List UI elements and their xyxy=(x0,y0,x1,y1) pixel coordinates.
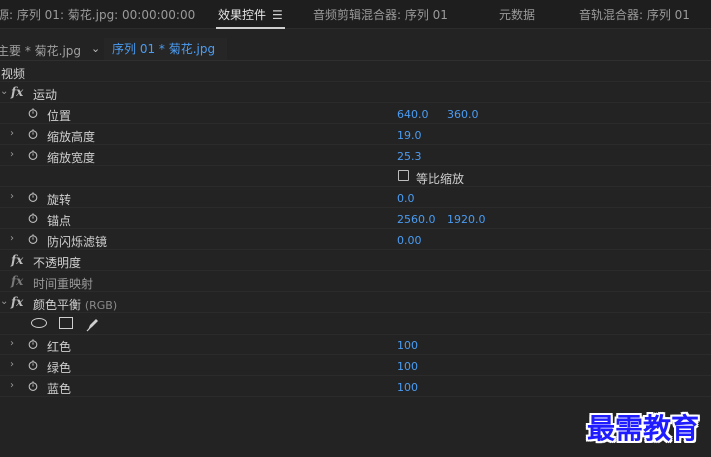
effect-label: 时间重映射 xyxy=(33,277,94,291)
position-y-value[interactable]: 360.0 xyxy=(447,108,479,121)
effect-opacity[interactable]: fx 不透明度 xyxy=(0,251,711,271)
red-value[interactable]: 100 xyxy=(397,339,418,352)
fx-icon[interactable]: fx xyxy=(11,295,23,309)
mask-tools-row xyxy=(0,314,711,335)
tab-effect-controls[interactable]: 效果控件 ☰ xyxy=(216,6,285,29)
rectangle-mask-icon[interactable] xyxy=(59,317,73,329)
stopwatch-icon[interactable] xyxy=(28,129,38,139)
stopwatch-icon[interactable] xyxy=(28,234,38,244)
property-label: 锚点 xyxy=(47,214,72,228)
chevron-down-icon[interactable]: ⌄ xyxy=(0,296,8,307)
property-anchor: 锚点 2560.0 1920.0 xyxy=(0,209,711,229)
property-position: 位置 640.0 360.0 xyxy=(0,104,711,124)
stopwatch-icon[interactable] xyxy=(28,339,38,349)
chevron-right-icon[interactable]: › xyxy=(10,128,14,139)
panel-menu-icon[interactable]: ☰ xyxy=(272,8,283,22)
rotation-value[interactable]: 0.0 xyxy=(397,192,415,205)
master-clip-label[interactable]: 主要 * 菊花.jpg xyxy=(0,42,81,59)
stopwatch-icon[interactable] xyxy=(28,360,38,370)
property-label: 红色 xyxy=(47,340,72,354)
tab-effect-controls-label: 效果控件 xyxy=(218,8,267,22)
clip-selector-bar: 主要 * 菊花.jpg ⌄ 序列 01 * 菊花.jpg xyxy=(0,38,711,61)
watermark-logo: 最需教育 xyxy=(587,412,700,445)
position-x-value[interactable]: 640.0 xyxy=(397,108,429,121)
stopwatch-icon[interactable] xyxy=(28,381,38,391)
section-video-header: 视频 xyxy=(0,62,711,82)
property-blue: › 蓝色 100 xyxy=(0,377,711,397)
tab-track-mixer[interactable]: 音轨混合器: 序列 01 xyxy=(579,6,690,23)
antiflicker-value[interactable]: 0.00 xyxy=(397,234,422,247)
effect-suffix: (RGB) xyxy=(84,299,118,312)
effect-motion[interactable]: ⌄ fx 运动 xyxy=(0,83,711,103)
property-label: 旋转 xyxy=(47,193,72,207)
property-label: 绿色 xyxy=(47,361,72,375)
property-uniform-scale: 等比缩放 xyxy=(0,167,711,187)
chevron-down-icon[interactable]: ⌄ xyxy=(0,86,8,97)
active-tab-underline xyxy=(216,27,285,29)
ellipse-mask-icon[interactable] xyxy=(31,318,47,328)
property-label: 位置 xyxy=(47,109,72,123)
effect-label: 运动 xyxy=(33,88,58,102)
effect-label: 不透明度 xyxy=(33,256,82,270)
property-antiflicker: › 防闪烁滤镜 0.00 xyxy=(0,230,711,250)
fx-icon[interactable]: fx xyxy=(11,253,23,267)
property-label: 缩放高度 xyxy=(47,130,96,144)
property-scale-height: › 缩放高度 19.0 xyxy=(0,125,711,145)
property-green: › 绿色 100 xyxy=(0,356,711,376)
property-rotation: › 旋转 0.0 xyxy=(0,188,711,208)
uniform-scale-checkbox[interactable] xyxy=(398,170,409,181)
tab-audio-clip-mixer[interactable]: 音频剪辑混合器: 序列 01 xyxy=(313,6,448,23)
fx-icon[interactable]: fx xyxy=(11,274,23,288)
scale-height-value[interactable]: 19.0 xyxy=(397,129,422,142)
anchor-y-value[interactable]: 1920.0 xyxy=(447,213,486,226)
green-value[interactable]: 100 xyxy=(397,360,418,373)
chevron-right-icon[interactable]: › xyxy=(10,359,14,370)
anchor-x-value[interactable]: 2560.0 xyxy=(397,213,436,226)
chevron-right-icon[interactable]: › xyxy=(10,338,14,349)
chevron-down-icon[interactable]: ⌄ xyxy=(91,42,100,55)
fx-icon[interactable]: fx xyxy=(11,85,23,99)
tab-source[interactable]: 源: 序列 01: 菊花.jpg: 00:00:00:00 xyxy=(0,6,195,23)
chevron-right-icon[interactable]: › xyxy=(10,191,14,202)
property-label: 缩放宽度 xyxy=(47,151,96,165)
sequence-clip-label[interactable]: 序列 01 * 菊花.jpg xyxy=(104,38,228,60)
effect-color-balance[interactable]: ⌄ fx 颜色平衡 (RGB) xyxy=(0,293,711,313)
scale-width-value[interactable]: 25.3 xyxy=(397,150,422,163)
property-red: › 红色 100 xyxy=(0,335,711,355)
chevron-right-icon[interactable]: › xyxy=(10,233,14,244)
property-label: 蓝色 xyxy=(47,382,72,396)
pen-mask-icon[interactable] xyxy=(85,316,101,332)
section-video-label: 视频 xyxy=(1,67,26,81)
stopwatch-icon[interactable] xyxy=(28,150,38,160)
chevron-right-icon[interactable]: › xyxy=(10,149,14,160)
blue-value[interactable]: 100 xyxy=(397,381,418,394)
stopwatch-icon[interactable] xyxy=(28,108,38,118)
uniform-scale-label: 等比缩放 xyxy=(416,172,465,186)
property-scale-width: › 缩放宽度 25.3 xyxy=(0,146,711,166)
property-label: 防闪烁滤镜 xyxy=(47,235,108,249)
chevron-right-icon[interactable]: › xyxy=(10,380,14,391)
effect-name: 颜色平衡 xyxy=(33,298,82,312)
stopwatch-icon[interactable] xyxy=(28,192,38,202)
tab-metadata[interactable]: 元数据 xyxy=(499,6,535,23)
effect-time-remap[interactable]: fx 时间重映射 xyxy=(0,272,711,292)
panel-tab-bar: 源: 序列 01: 菊花.jpg: 00:00:00:00 效果控件 ☰ 音频剪辑… xyxy=(0,0,711,29)
stopwatch-icon[interactable] xyxy=(28,213,38,223)
effect-label: 颜色平衡 (RGB) xyxy=(33,296,117,313)
